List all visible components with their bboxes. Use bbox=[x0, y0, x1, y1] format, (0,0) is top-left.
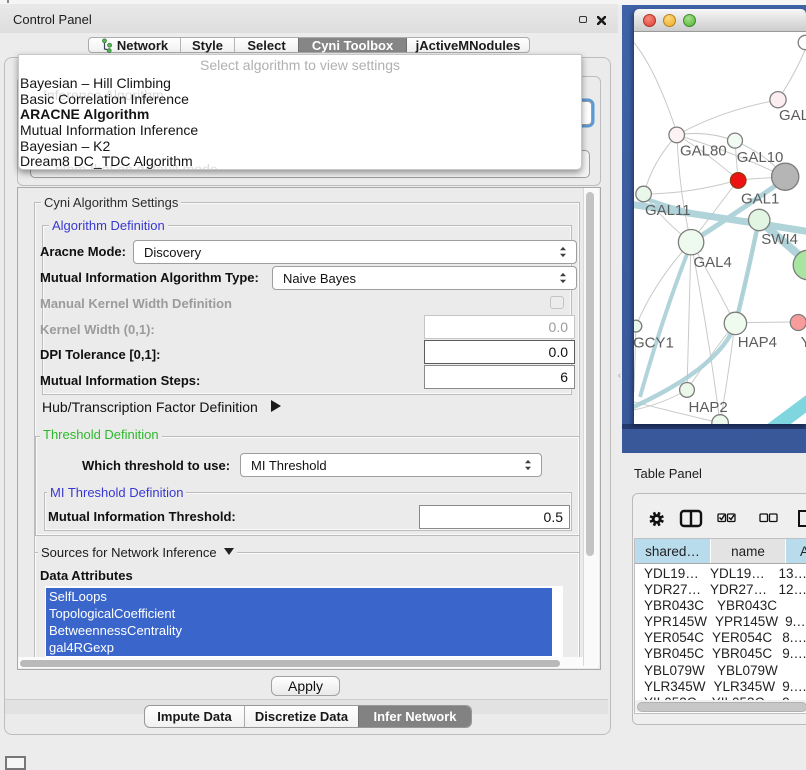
svg-text:HAP2: HAP2 bbox=[689, 399, 728, 416]
svg-text:GAL4: GAL4 bbox=[694, 254, 732, 271]
svg-text:GAL11: GAL11 bbox=[645, 202, 691, 219]
svg-text:Y: Y bbox=[801, 334, 806, 351]
svg-text:GAL1: GAL1 bbox=[741, 191, 779, 208]
svg-text:GCY1: GCY1 bbox=[634, 335, 674, 352]
svg-text:GAL80: GAL80 bbox=[680, 143, 727, 160]
svg-text:GAL10: GAL10 bbox=[737, 149, 784, 166]
svg-text:HAP4: HAP4 bbox=[738, 334, 777, 351]
svg-text:SWI4: SWI4 bbox=[761, 231, 798, 248]
svg-text:GAL2: GAL2 bbox=[779, 107, 806, 124]
